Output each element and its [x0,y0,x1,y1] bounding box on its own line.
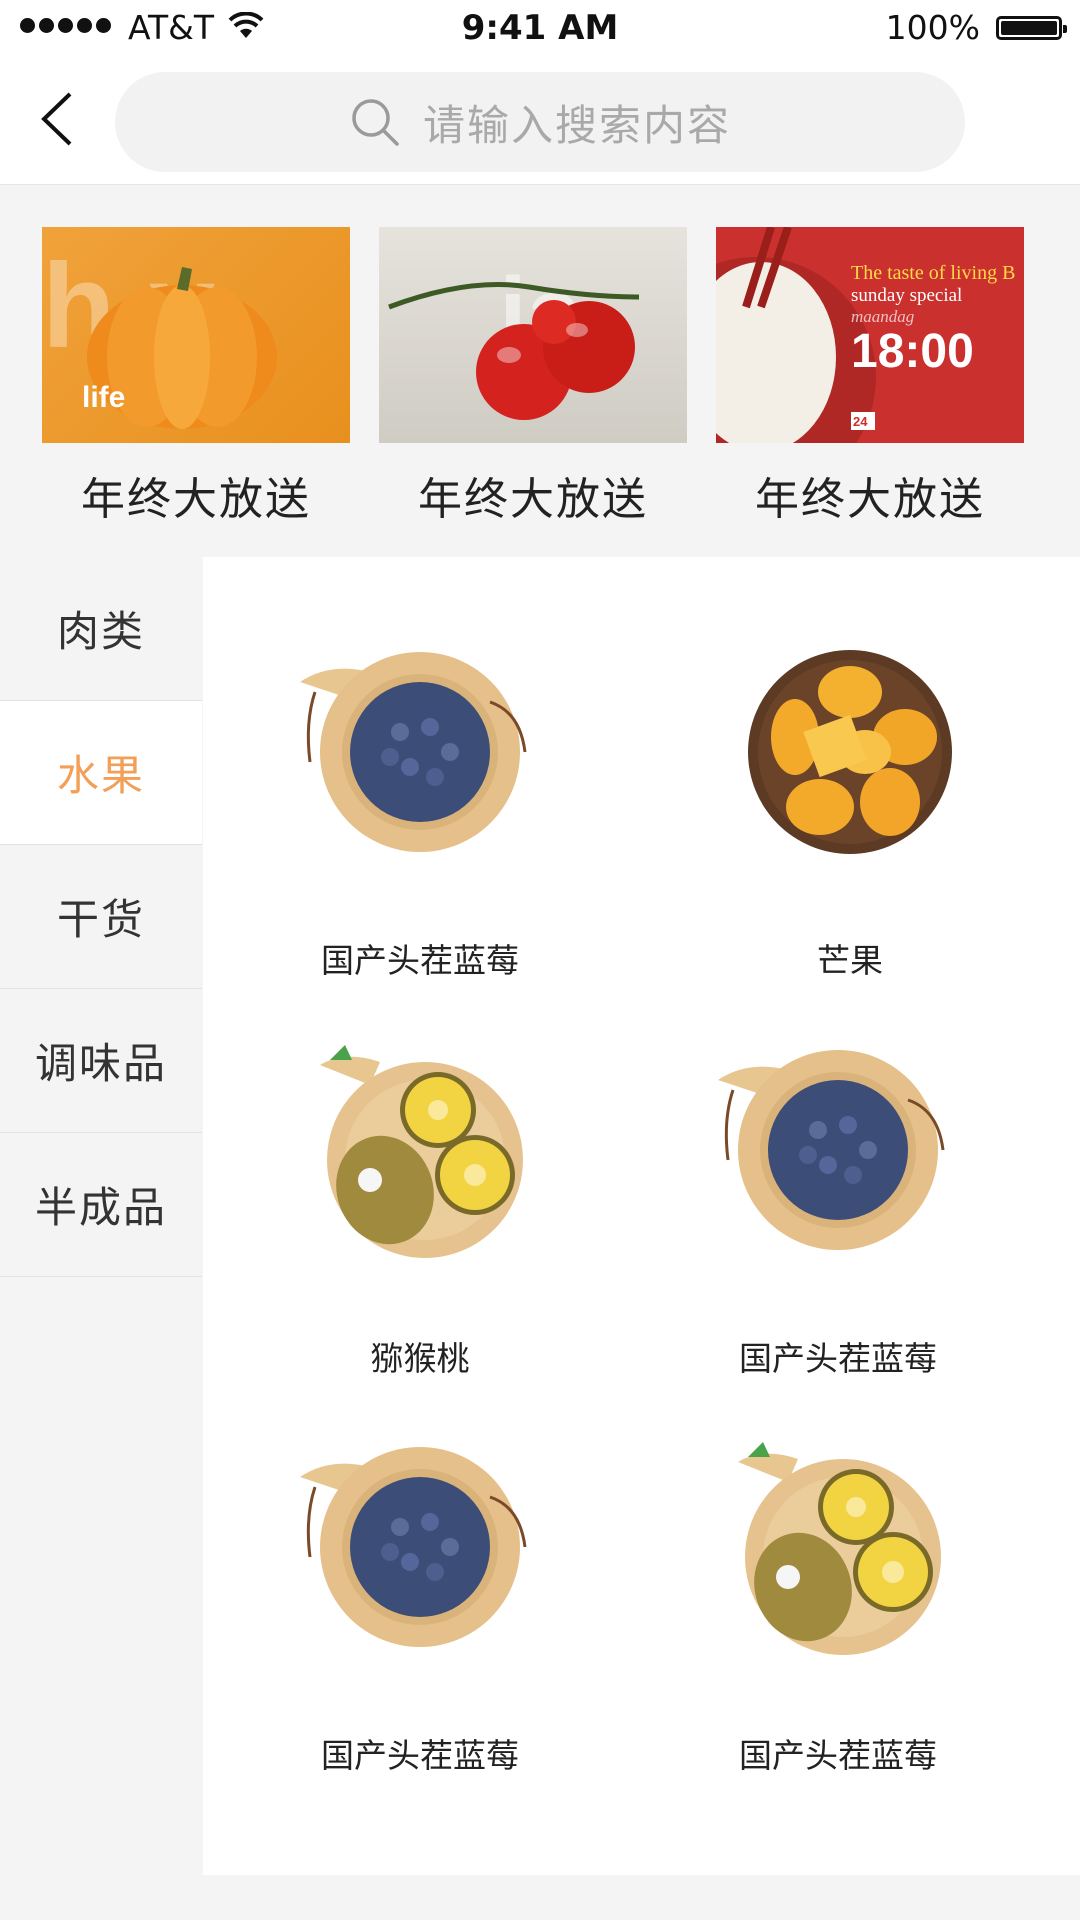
search-icon [352,99,399,146]
promo-title: 年终大放送 [418,474,648,525]
product-name: 国产头茬蓝莓 [739,1339,937,1378]
product-card[interactable]: 国产头茬蓝莓 [673,1040,1003,1380]
pumpkin-image: h y life [42,227,350,443]
rice-image-logo: 24 [853,414,868,429]
product-grid: 国产头茬蓝莓 芒果 猕猴桃 国产头茬蓝莓 国产头茬蓝莓 国产头茬蓝莓 [203,557,1080,1875]
product-card[interactable]: 芒果 [685,642,1015,982]
product-card[interactable]: 猕猴桃 [255,1040,585,1380]
mango-bowl-image [748,650,952,854]
rice-image-text-3: maandag [851,307,914,326]
product-card[interactable]: 国产头茬蓝莓 [255,642,585,982]
rice-image-text-2: sunday special [851,285,962,306]
blueberry-bowl-image [718,1050,945,1250]
category-item-meat[interactable]: 肉类 [0,557,202,701]
promo-title: 年终大放送 [81,474,311,525]
back-arrow-icon[interactable] [28,86,94,152]
battery-percent: 100% [885,8,980,47]
product-name: 国产头茬蓝莓 [321,1736,519,1775]
tomato-image: ia [379,227,687,443]
promo-card-tomato[interactable]: ia 年终大放送 [379,227,687,527]
blueberry-bowl-image [300,652,527,852]
blueberry-bowl-image [300,1447,527,1647]
promo-card-rice[interactable]: The taste of living B sunday special maa… [716,227,1024,527]
nav-bar: 请输入搜索内容 [0,58,1080,185]
category-item-dried-goods[interactable]: 干货 [0,845,202,989]
promo-banner: h y life 年终大放送 ia 年终大放送 [0,185,1080,557]
category-list: 肉类 水果 干货 调味品 半成品 [0,557,202,1277]
category-item-fruit[interactable]: 水果 [0,701,202,845]
category-item-seasoning[interactable]: 调味品 [0,989,202,1133]
status-bar: AT&T 9:41 AM 100% [0,0,1080,58]
promo-title: 年终大放送 [755,474,985,525]
search-placeholder: 请输入搜索内容 [422,100,731,150]
kiwi-bowl-image [320,1045,523,1258]
product-name: 国产头茬蓝莓 [321,941,519,980]
product-name: 猕猴桃 [370,1339,470,1378]
product-name: 国产头茬蓝莓 [739,1736,937,1775]
product-card[interactable]: 国产头茬蓝莓 [673,1437,1003,1777]
search-input[interactable]: 请输入搜索内容 [115,72,965,172]
battery-icon [996,16,1067,40]
category-item-semi-finished[interactable]: 半成品 [0,1133,202,1277]
kiwi-bowl-image [738,1442,941,1655]
product-name: 芒果 [817,941,883,980]
rice-image: The taste of living B sunday special maa… [716,227,1024,443]
rice-image-text-1: The taste of living B [851,262,1015,284]
pumpkin-image-text: life [82,381,125,414]
product-card[interactable]: 国产头茬蓝莓 [255,1437,585,1777]
promo-card-pumpkin[interactable]: h y life 年终大放送 [42,227,350,527]
rice-image-time: 18:00 [851,325,974,378]
